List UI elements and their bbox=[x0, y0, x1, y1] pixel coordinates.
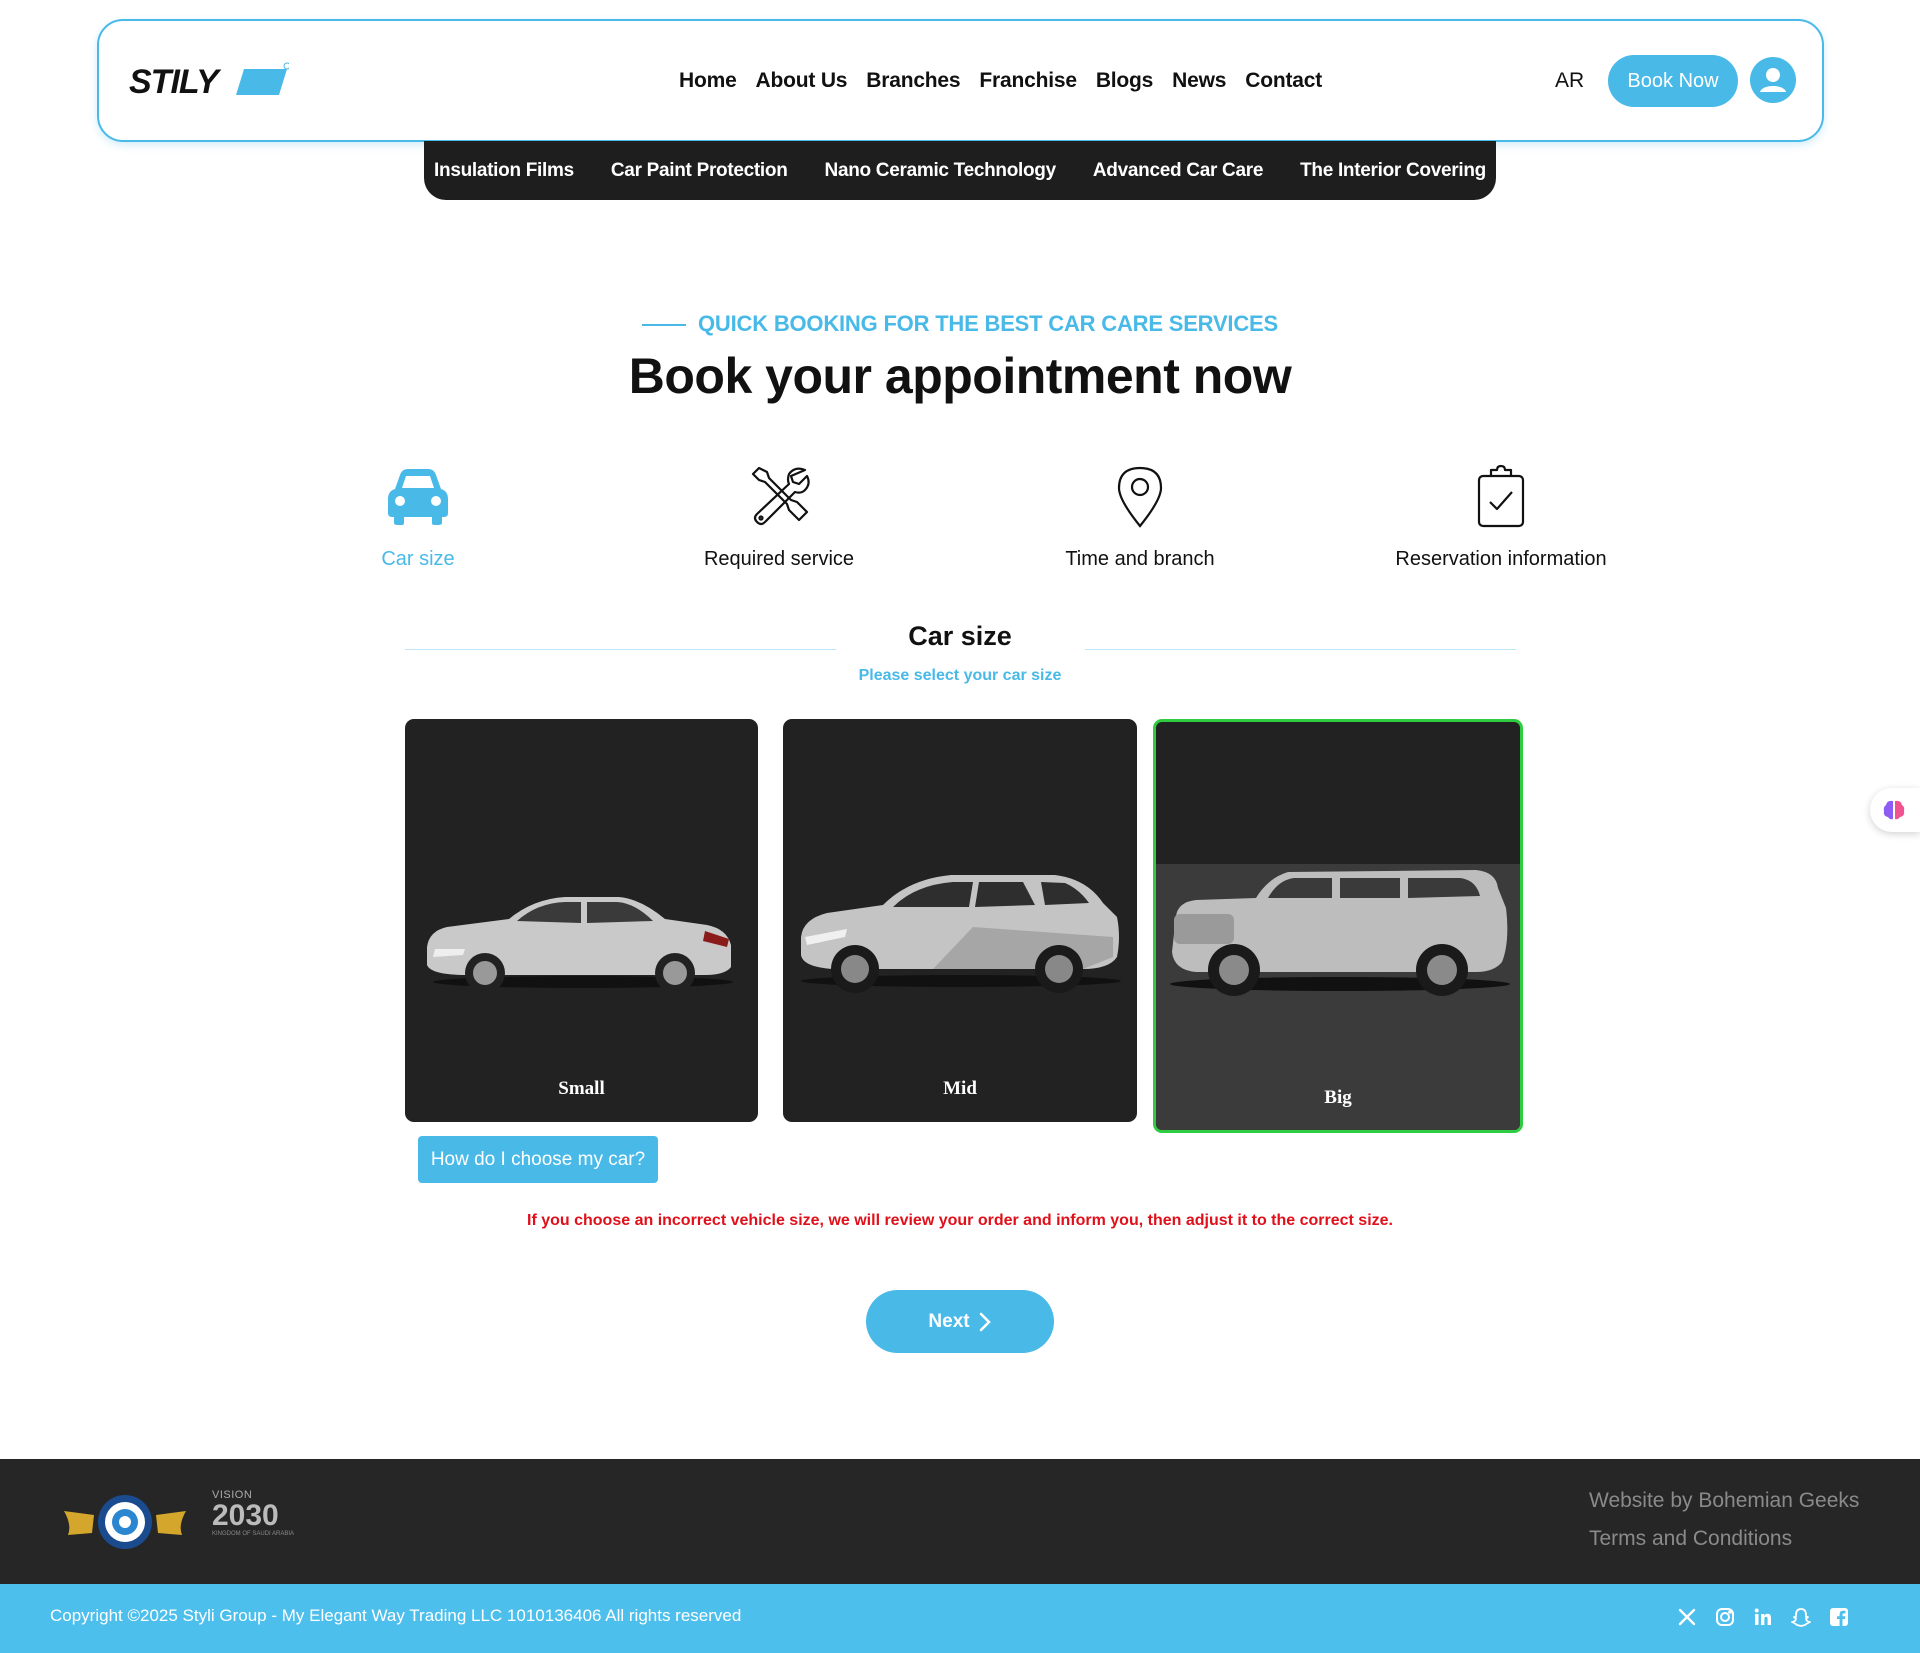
step-required-service[interactable]: Required service bbox=[629, 462, 929, 571]
nav-home[interactable]: Home bbox=[679, 69, 737, 93]
subnav-nano-ceramic[interactable]: Nano Ceramic Technology bbox=[825, 160, 1057, 182]
nav-news[interactable]: News bbox=[1172, 69, 1226, 93]
section-subtitle: Please select your car size bbox=[858, 667, 1062, 684]
social-links bbox=[1676, 1606, 1850, 1628]
user-icon bbox=[1760, 68, 1786, 92]
footer: VISION 2030 KINGDOM OF SAUDI ARABIA Webs… bbox=[0, 1459, 1920, 1584]
linkedin-icon[interactable] bbox=[1752, 1606, 1774, 1628]
user-account-button[interactable] bbox=[1750, 57, 1796, 103]
car-size-label: Big bbox=[1324, 1087, 1352, 1108]
subnav-advanced-car-care[interactable]: Advanced Car Care bbox=[1093, 160, 1264, 182]
snapchat-icon[interactable] bbox=[1790, 1606, 1812, 1628]
sedan-car-image bbox=[427, 897, 733, 993]
car-icon bbox=[388, 469, 448, 525]
language-switch[interactable]: AR bbox=[1555, 69, 1584, 93]
eyebrow-line bbox=[642, 324, 687, 327]
nav-franchise[interactable]: Franchise bbox=[979, 69, 1077, 93]
how-to-choose-button[interactable]: How do I choose my car? bbox=[418, 1136, 658, 1183]
size-warning-text: If you choose an incorrect vehicle size,… bbox=[527, 1212, 1393, 1229]
step-time-branch[interactable]: Time and branch bbox=[990, 462, 1290, 571]
nav-contact[interactable]: Contact bbox=[1245, 69, 1322, 93]
car-size-label: Small bbox=[558, 1078, 605, 1099]
nav-blogs[interactable]: Blogs bbox=[1096, 69, 1154, 93]
ai-assistant-widget[interactable] bbox=[1870, 788, 1920, 832]
x-icon[interactable] bbox=[1676, 1606, 1698, 1628]
chevron-right-icon bbox=[979, 1312, 991, 1331]
large-suv-car-image bbox=[1170, 870, 1510, 996]
next-button[interactable]: Next bbox=[866, 1290, 1054, 1353]
car-card-mid[interactable]: Mid bbox=[783, 719, 1137, 1122]
page-title: Book your appointment now bbox=[628, 348, 1292, 404]
eyebrow-text: QUICK BOOKING FOR THE BEST CAR CARE SERV… bbox=[698, 311, 1278, 336]
section-title: Car size bbox=[908, 621, 1012, 651]
services-subnav: Insulation Films Car Paint Protection Na… bbox=[424, 141, 1496, 200]
nav-branches[interactable]: Branches bbox=[866, 69, 960, 93]
subnav-insulation-films[interactable]: Insulation Films bbox=[434, 160, 574, 182]
location-pin-icon bbox=[1117, 466, 1163, 528]
brain-icon bbox=[1883, 800, 1905, 820]
copyright-text: Copyright ©2025 Styli Group - My Elegant… bbox=[50, 1606, 742, 1625]
site-header: STILY Home About Us Branches Franchise B… bbox=[97, 19, 1824, 142]
suv-car-image bbox=[801, 875, 1121, 993]
car-card-small[interactable]: Small bbox=[405, 719, 758, 1122]
subnav-interior-covering[interactable]: The Interior Covering bbox=[1300, 160, 1486, 182]
award-badge-icon bbox=[64, 1495, 186, 1549]
vision-2030-logo: VISION 2030 KINGDOM OF SAUDI ARABIA bbox=[212, 1489, 302, 1553]
next-label: Next bbox=[928, 1310, 970, 1332]
footer-link-terms[interactable]: Terms and Conditions bbox=[1589, 1527, 1792, 1551]
vision-sub: KINGDOM OF SAUDI ARABIA bbox=[212, 1531, 295, 1537]
footer-bar: Copyright ©2025 Styli Group - My Elegant… bbox=[0, 1584, 1920, 1653]
step-label: Reservation information bbox=[1395, 548, 1607, 570]
step-reservation-info[interactable]: Reservation information bbox=[1351, 462, 1651, 571]
car-size-label: Mid bbox=[943, 1078, 977, 1099]
step-car-size[interactable]: Car size bbox=[268, 462, 568, 571]
subnav-car-paint-protection[interactable]: Car Paint Protection bbox=[611, 160, 788, 182]
step-label: Time and branch bbox=[1065, 548, 1215, 570]
tools-icon bbox=[751, 466, 810, 526]
step-label: Required service bbox=[703, 548, 855, 570]
nav-about-us[interactable]: About Us bbox=[756, 69, 848, 93]
facebook-icon[interactable] bbox=[1828, 1606, 1850, 1628]
footer-link-bohemian-geeks[interactable]: Website by Bohemian Geeks bbox=[1589, 1489, 1859, 1513]
step-label: Car size bbox=[381, 548, 455, 570]
section-eyebrow: QUICK BOOKING FOR THE BEST CAR CARE SERV… bbox=[0, 311, 1920, 337]
vision-year: 2030 bbox=[212, 1499, 279, 1532]
book-now-button[interactable]: Book Now bbox=[1608, 55, 1738, 107]
clipboard-check-icon bbox=[1477, 464, 1525, 528]
instagram-icon[interactable] bbox=[1714, 1606, 1736, 1628]
car-card-big[interactable]: Big bbox=[1153, 719, 1523, 1133]
